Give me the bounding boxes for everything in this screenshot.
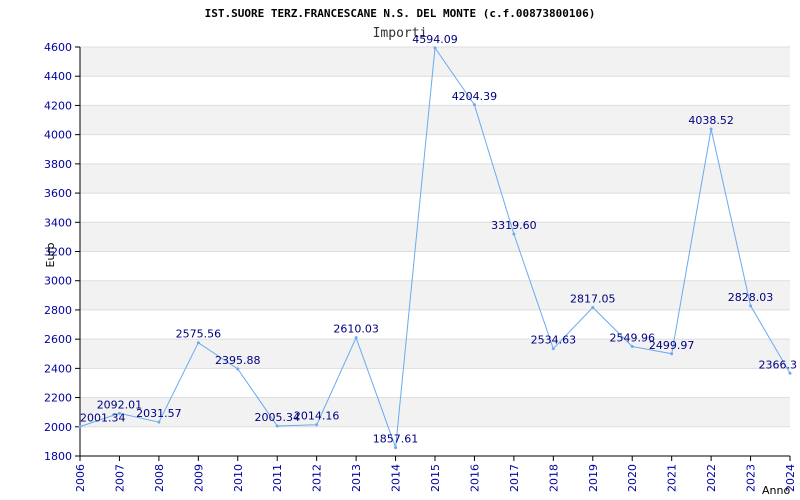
line-chart: IST.SUORE TERZ.FRANCESCANE N.S. DEL MONT… [44, 7, 798, 497]
y-tick-label: 4200 [44, 99, 72, 112]
x-tick-label: 2006 [74, 464, 87, 492]
data-point [433, 46, 437, 50]
x-tick-label: 2011 [271, 464, 284, 492]
x-tick-label: 2019 [587, 464, 600, 492]
data-point [670, 352, 674, 356]
data-label: 2031.57 [136, 407, 182, 420]
x-tick-label: 2015 [429, 464, 442, 492]
x-tick-label: 2008 [153, 464, 166, 492]
x-axis-label: Anno [762, 484, 790, 497]
x-tick-label: 2013 [350, 464, 363, 492]
x-tick-label: 2020 [626, 464, 639, 492]
x-tick-label: 2009 [192, 464, 205, 492]
grid-band [80, 397, 790, 427]
data-label: 2828.03 [728, 291, 774, 304]
x-tick-label: 2017 [508, 464, 521, 492]
data-label: 4204.39 [452, 90, 498, 103]
data-label: 2534.63 [531, 334, 577, 347]
y-tick-label: 3000 [44, 275, 72, 288]
data-point [196, 341, 200, 345]
chart-title: IST.SUORE TERZ.FRANCESCANE N.S. DEL MONT… [205, 7, 596, 20]
y-tick-label: 4400 [44, 70, 72, 83]
data-point [591, 305, 595, 309]
data-point [788, 371, 792, 375]
data-point [275, 424, 279, 428]
data-point [512, 232, 516, 236]
data-point [630, 344, 634, 348]
y-tick-label: 3600 [44, 187, 72, 200]
x-tick-label: 2012 [311, 464, 324, 492]
grid-band [80, 163, 790, 194]
x-tick-label: 2016 [468, 464, 481, 492]
x-tick-label: 2018 [547, 464, 560, 492]
data-point [354, 336, 358, 340]
x-tick-label: 2014 [390, 464, 403, 492]
y-tick-label: 3400 [44, 216, 72, 229]
data-label: 4038.52 [688, 114, 734, 127]
data-label: 2610.03 [333, 323, 379, 336]
y-tick-label: 2600 [44, 333, 72, 346]
data-point [236, 367, 240, 371]
y-tick-label: 2200 [44, 392, 72, 405]
y-tick-label: 4000 [44, 129, 72, 142]
data-label: 2817.05 [570, 292, 616, 305]
y-tick-label: 4600 [44, 41, 72, 54]
x-tick-label: 2021 [666, 464, 679, 492]
y-axis-label: Euro [44, 242, 57, 267]
data-label: 2395.88 [215, 354, 261, 367]
data-point [749, 304, 753, 308]
data-point [78, 425, 82, 429]
data-point [472, 103, 476, 107]
y-tick-label: 3800 [44, 158, 72, 171]
y-tick-label: 2000 [44, 421, 72, 434]
data-label: 2499.97 [649, 339, 695, 352]
data-label: 2366.3 [759, 358, 798, 371]
y-tick-label: 2400 [44, 362, 72, 375]
data-point [315, 423, 319, 427]
data-point [394, 446, 398, 450]
data-label: 1857.61 [373, 433, 419, 446]
data-point [157, 420, 161, 424]
y-tick-label: 1800 [44, 450, 72, 463]
x-tick-label: 2010 [232, 464, 245, 492]
y-tick-label: 2800 [44, 304, 72, 317]
data-label: 2014.16 [294, 410, 340, 423]
x-axis-ticks: 2006 2007 2008 2009 2010 2011 2012 2013 2014 2015… [74, 456, 797, 492]
data-label: 2575.56 [176, 328, 222, 341]
data-label: 2001.34 [80, 412, 126, 425]
grid-band [80, 105, 790, 135]
grid-bands [80, 47, 790, 427]
data-point [709, 127, 713, 131]
x-tick-label: 2023 [745, 464, 758, 492]
data-point [551, 347, 555, 351]
data-label: 4594.09 [412, 33, 458, 46]
data-label: 3319.60 [491, 219, 537, 232]
x-tick-label: 2007 [113, 464, 126, 492]
grid-band [80, 222, 790, 252]
x-tick-label: 2022 [705, 464, 718, 492]
